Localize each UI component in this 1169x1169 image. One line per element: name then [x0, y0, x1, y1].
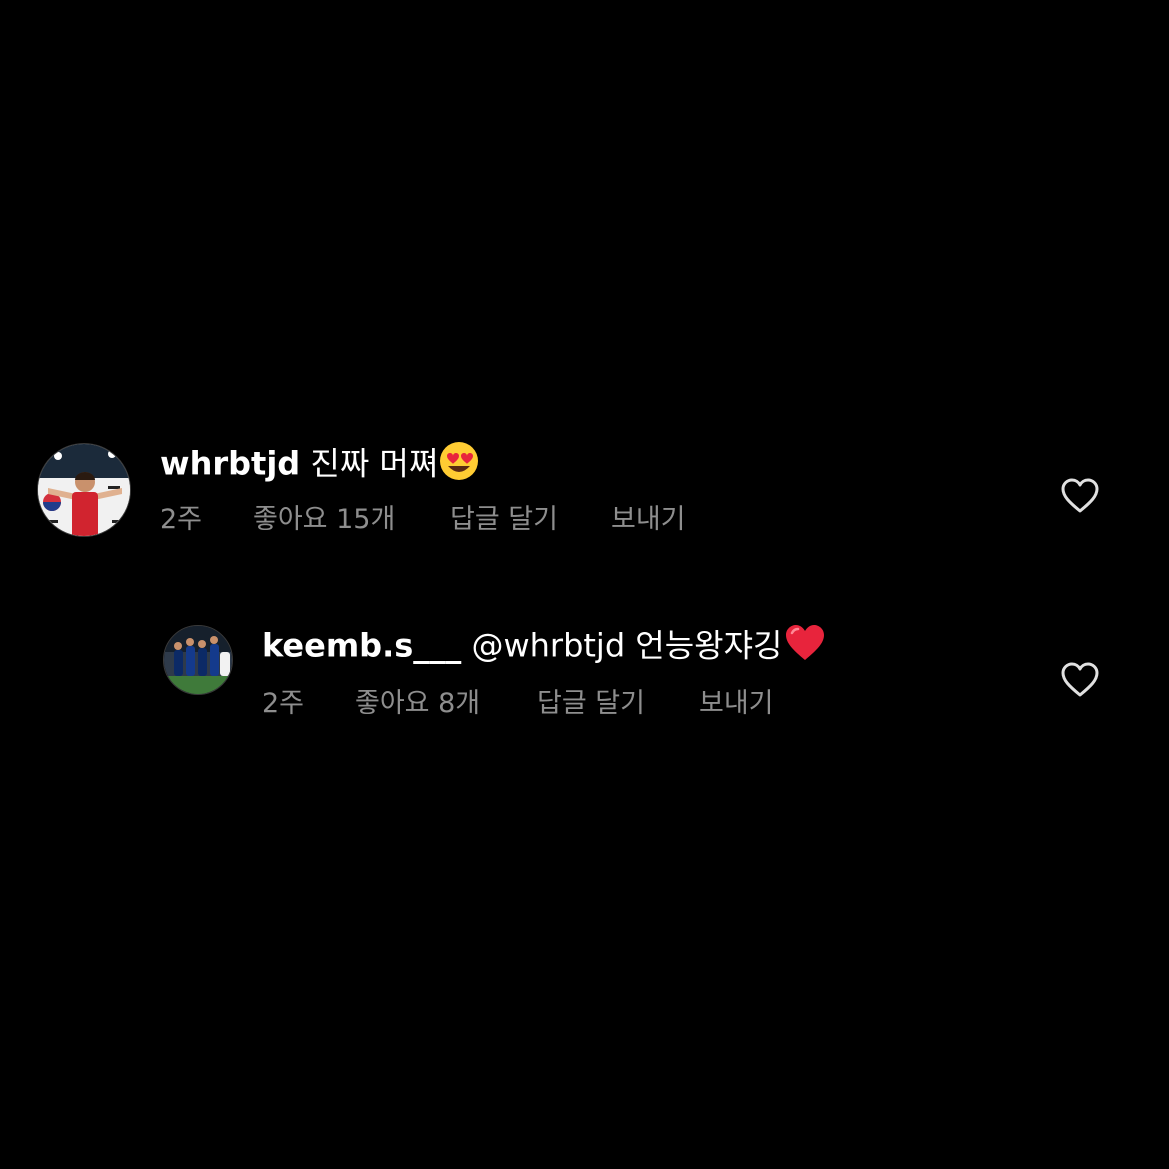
- comment-text-line: keemb.s___ @whrbtjd 언능왕쟈깅: [262, 623, 827, 672]
- comment-2: keemb.s___ @whrbtjd 언능왕쟈깅 2주 좋아요 8개 답글 달기 보…: [0, 0, 1169, 740]
- send-button[interactable]: 보내기: [699, 687, 774, 721]
- red-heart-icon: [783, 623, 827, 672]
- mention-link[interactable]: @whrbtjd: [471, 627, 625, 665]
- username[interactable]: keemb.s___: [262, 627, 461, 665]
- comment-text: 언능왕쟈깅: [635, 626, 783, 665]
- avatar-image: [164, 626, 232, 694]
- avatar[interactable]: [163, 625, 233, 695]
- likes-count[interactable]: 좋아요 8개: [355, 687, 537, 721]
- reply-button[interactable]: 답글 달기: [537, 687, 699, 721]
- timestamp: 2주: [262, 688, 305, 719]
- comment-meta: 2주 좋아요 8개 답글 달기 보내기: [262, 687, 774, 721]
- like-heart-icon[interactable]: [1061, 662, 1099, 702]
